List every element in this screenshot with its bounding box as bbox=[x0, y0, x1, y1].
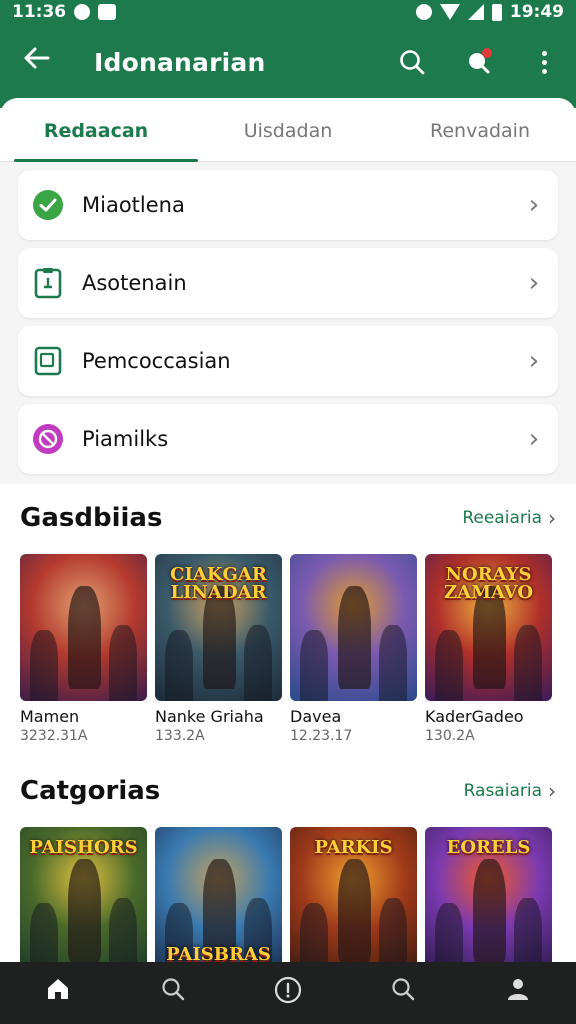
see-all-label: Reeaiaria bbox=[462, 508, 542, 528]
section-title: Catgorias bbox=[20, 776, 161, 806]
chevron-right-icon: › bbox=[528, 190, 540, 220]
category-card[interactable]: EORELS bbox=[425, 827, 552, 974]
notification-dot-icon bbox=[74, 4, 91, 20]
search-icon bbox=[400, 50, 425, 75]
alarm-icon bbox=[415, 4, 432, 20]
list-item-label: Piamilks bbox=[82, 427, 169, 451]
app-bar: Idonanarian bbox=[0, 24, 576, 100]
category-thumbnail: PAISBRAS bbox=[155, 827, 282, 974]
notifications-button[interactable] bbox=[460, 44, 496, 80]
category-card[interactable]: PAISHORS bbox=[20, 827, 147, 974]
nav-home[interactable] bbox=[0, 962, 115, 1024]
category-logo-text: PAISHORS bbox=[29, 837, 138, 858]
wifi-icon bbox=[439, 4, 460, 20]
search-icon bbox=[392, 978, 415, 1001]
see-all-label: Rasaiaria bbox=[463, 781, 542, 801]
see-all-link[interactable]: Reeaiaria › bbox=[462, 506, 556, 530]
search-icon bbox=[162, 978, 184, 1001]
section-games: Gasdbiias Reeaiaria › Mamen 3232.31A CIA… bbox=[0, 498, 576, 744]
battery-icon bbox=[491, 3, 502, 21]
image-icon bbox=[98, 4, 117, 20]
search-button[interactable] bbox=[394, 44, 430, 80]
game-card[interactable]: CIAKGAR LINADAR Nanke Griaha 133.2A bbox=[155, 554, 282, 744]
chevron-right-icon: › bbox=[548, 779, 556, 803]
phone-icon bbox=[32, 345, 64, 377]
section-categories: Catgorias Rasaiaria › PAISHORS PAISBRAS … bbox=[0, 771, 576, 974]
card-row: PAISHORS PAISBRAS PARKIS EORELS bbox=[0, 827, 576, 974]
chevron-right-icon: › bbox=[528, 346, 540, 376]
nav-search-2[interactable] bbox=[346, 962, 461, 1024]
nav-profile[interactable] bbox=[461, 962, 576, 1024]
tab-uisdadan[interactable]: Uisdadan bbox=[192, 98, 384, 161]
page-title: Idonanarian bbox=[94, 47, 266, 77]
status-bar: 11:36 19:49 bbox=[0, 0, 576, 24]
category-thumbnail: EORELS bbox=[425, 827, 552, 974]
list-item-asotenain[interactable]: Asotenain › bbox=[18, 248, 558, 318]
clipboard-icon bbox=[32, 267, 64, 299]
section-header: Catgorias Rasaiaria › bbox=[0, 771, 576, 811]
list-item-label: Pemcoccasian bbox=[82, 349, 231, 373]
game-meta: 133.2A bbox=[155, 728, 205, 744]
game-name: Nanke Griaha bbox=[155, 707, 264, 726]
category-thumbnail: PAISHORS bbox=[20, 827, 147, 974]
status-time-right: 19:49 bbox=[509, 2, 564, 22]
game-thumbnail bbox=[290, 554, 417, 701]
chevron-right-icon: › bbox=[528, 424, 540, 454]
tab-renvadain[interactable]: Renvadain bbox=[384, 98, 576, 161]
category-card[interactable]: PAISBRAS bbox=[155, 827, 282, 974]
arrow-left-icon bbox=[24, 47, 50, 69]
chevron-right-icon: › bbox=[528, 268, 540, 298]
game-name: Davea bbox=[290, 707, 342, 726]
bottom-navigation bbox=[0, 962, 576, 1024]
game-card[interactable]: Davea 12.23.17 bbox=[290, 554, 417, 744]
chevron-right-icon: › bbox=[548, 506, 556, 530]
game-thumbnail: CIAKGAR LINADAR bbox=[155, 554, 282, 701]
back-button[interactable] bbox=[22, 44, 62, 80]
menu-list: Miaotlena › Asotenain › Pemcoccasian › P… bbox=[0, 162, 576, 474]
list-item-piamilks[interactable]: Piamilks › bbox=[18, 404, 558, 474]
category-logo-text: PARKIS bbox=[314, 837, 393, 858]
game-name: KaderGadeo bbox=[425, 707, 524, 726]
content-sheet: Redaacan Uisdadan Renvadain Miaotlena › … bbox=[0, 98, 576, 484]
more-vert-icon bbox=[541, 50, 547, 74]
game-card[interactable]: Mamen 3232.31A bbox=[20, 554, 147, 744]
more-options-button[interactable] bbox=[526, 44, 562, 80]
tab-indicator bbox=[14, 159, 198, 162]
info-icon bbox=[274, 976, 302, 1004]
game-logo-text: CIAKGAR LINADAR bbox=[170, 564, 267, 603]
tab-bar: Redaacan Uisdadan Renvadain bbox=[0, 98, 576, 162]
game-thumbnail bbox=[20, 554, 147, 701]
category-logo-text: EORELS bbox=[446, 837, 531, 858]
section-title: Gasdbiias bbox=[20, 503, 163, 533]
game-name: Mamen bbox=[20, 707, 80, 726]
list-item-miaotlena[interactable]: Miaotlena › bbox=[18, 170, 558, 240]
block-icon bbox=[32, 423, 64, 455]
profile-icon bbox=[508, 979, 529, 1000]
signal-icon bbox=[467, 4, 484, 20]
status-time-left: 11:36 bbox=[12, 2, 67, 22]
list-item-pemcoccasian[interactable]: Pemcoccasian › bbox=[18, 326, 558, 396]
check-circle-icon bbox=[32, 189, 64, 221]
game-meta: 12.23.17 bbox=[290, 728, 353, 744]
tab-redaacan[interactable]: Redaacan bbox=[0, 98, 192, 161]
nav-search[interactable] bbox=[115, 962, 230, 1024]
category-thumbnail: PARKIS bbox=[290, 827, 417, 974]
notification-badge bbox=[482, 48, 492, 58]
game-meta: 3232.31A bbox=[20, 728, 88, 744]
home-icon bbox=[47, 979, 68, 999]
section-header: Gasdbiias Reeaiaria › bbox=[0, 498, 576, 538]
list-item-label: Miaotlena bbox=[82, 193, 185, 217]
list-item-label: Asotenain bbox=[82, 271, 187, 295]
game-meta: 130.2A bbox=[425, 728, 475, 744]
category-card[interactable]: PARKIS bbox=[290, 827, 417, 974]
card-row: Mamen 3232.31A CIAKGAR LINADAR Nanke Gri… bbox=[0, 554, 576, 744]
top-app-bar: 11:36 19:49 Idonanarian bbox=[0, 0, 576, 108]
nav-info[interactable] bbox=[230, 962, 345, 1024]
game-thumbnail: NORAYS ZAMAVO bbox=[425, 554, 552, 701]
game-logo-text: NORAYS ZAMAVO bbox=[443, 564, 533, 603]
see-all-link[interactable]: Rasaiaria › bbox=[464, 779, 556, 803]
game-card[interactable]: NORAYS ZAMAVO KaderGadeo 130.2A bbox=[425, 554, 552, 744]
